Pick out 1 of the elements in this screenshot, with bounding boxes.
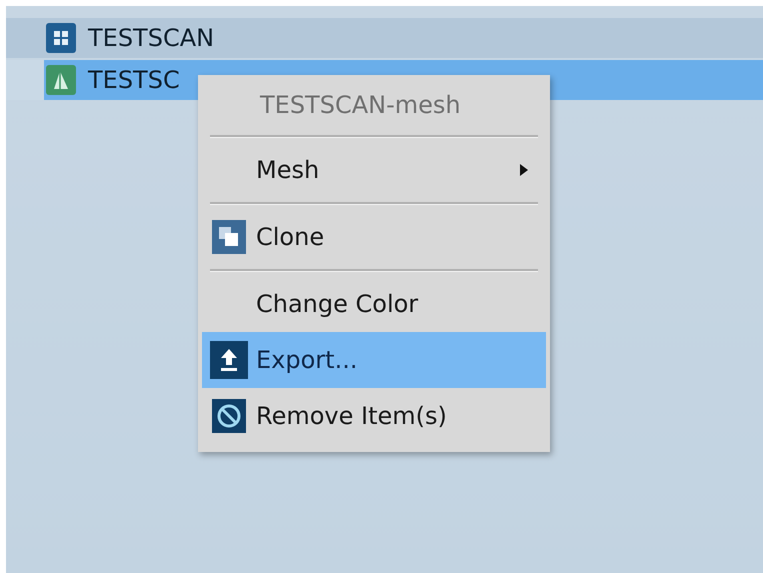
menu-title: TESTSCAN-mesh bbox=[259, 90, 462, 121]
